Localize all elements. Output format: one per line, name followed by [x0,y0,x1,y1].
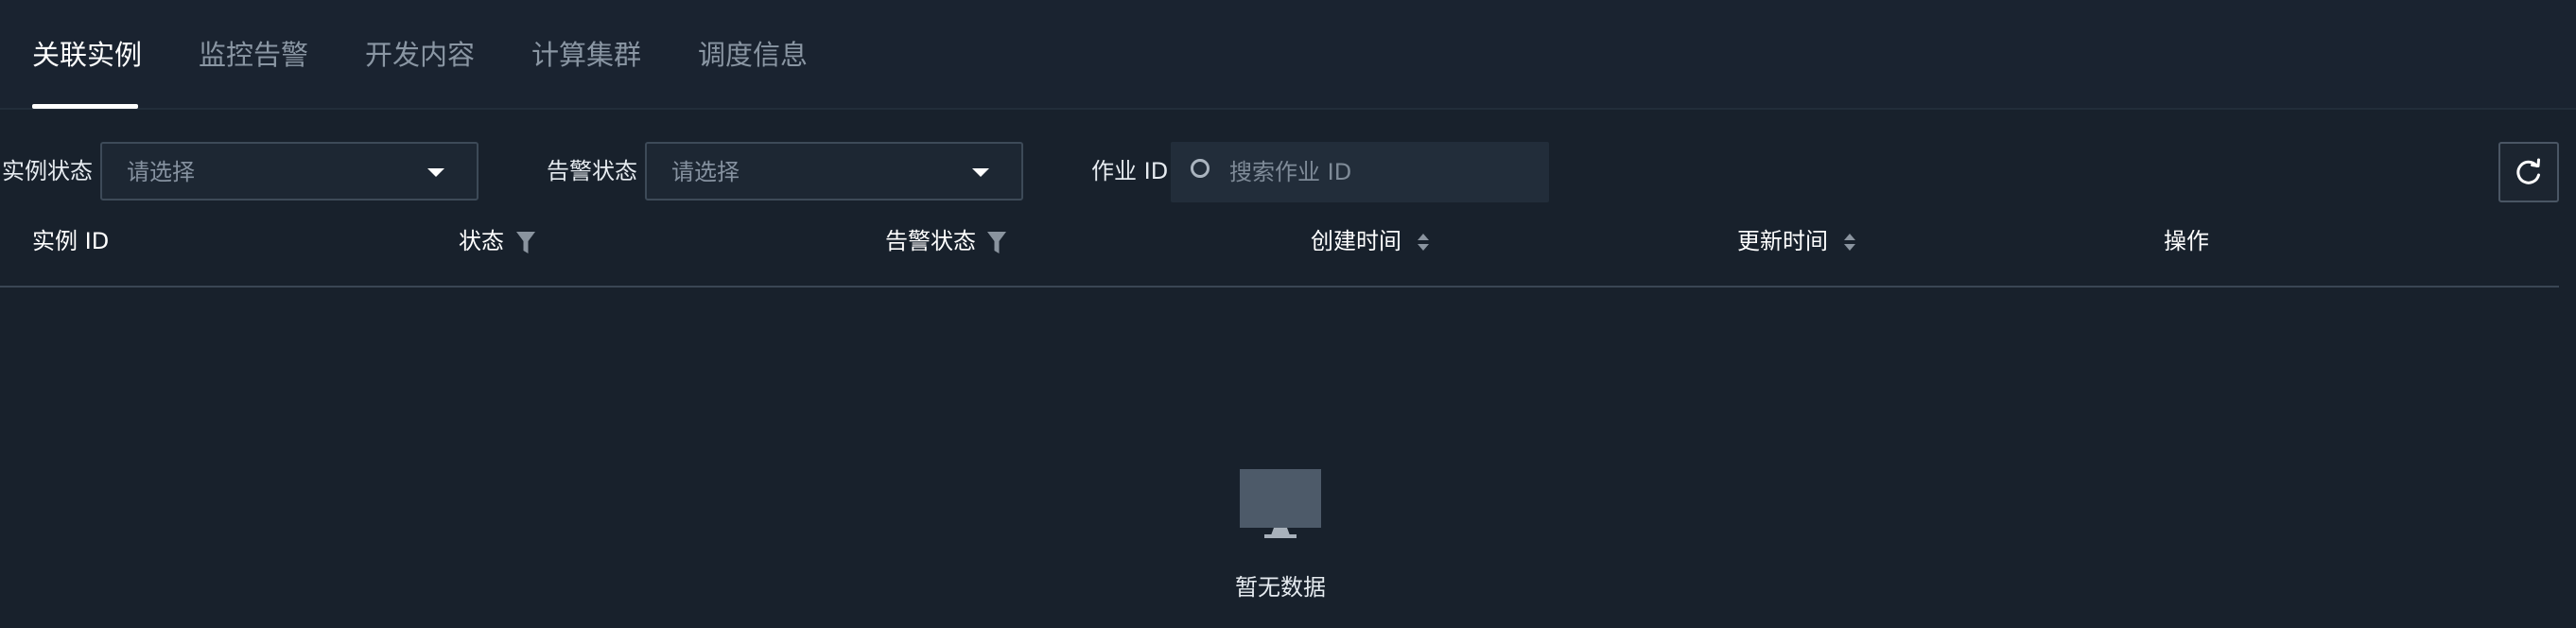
refresh-button[interactable] [2498,142,2559,202]
filter-icon[interactable] [986,231,1007,255]
column-header-actions: 操作 [2164,228,2209,254]
table-header-divider [0,286,2559,288]
empty-state-text: 暂无数据 [1235,574,1326,601]
tab-development-content[interactable]: 开发内容 [365,38,475,72]
sort-icon[interactable] [1842,232,1857,253]
search-icon [1191,159,1210,178]
caret-down-icon [972,168,989,177]
sort-icon[interactable] [1416,232,1431,253]
alert-status-placeholder: 请选择 [671,159,740,185]
column-header-status: 状态 [459,228,504,254]
refresh-icon [2516,158,2540,184]
instance-status-placeholder: 请选择 [127,159,195,185]
caret-down-icon [427,168,444,177]
column-header-updated-time: 更新时间 [1737,228,1828,254]
instance-status-label: 实例状态 [2,158,93,184]
column-header-created-time: 创建时间 [1311,228,1401,254]
monitor-icon [1240,469,1321,538]
instance-status-select[interactable]: 请选择 [100,142,479,201]
tab-monitoring-alerts[interactable]: 监控告警 [199,38,308,72]
job-id-search-input[interactable] [1227,155,1534,189]
alert-status-label: 告警状态 [547,158,637,184]
job-id-search-box [1171,142,1549,202]
job-id-label: 作业 ID [1091,158,1169,184]
tab-scheduling-info[interactable]: 调度信息 [698,38,808,72]
page: 关联实例 监控告警 开发内容 计算集群 调度信息 实例状态 请选择 告警状态 请… [0,0,2576,628]
column-header-instance-id: 实例 ID [32,228,110,254]
filter-icon[interactable] [515,231,536,255]
active-tab-indicator [32,104,138,109]
tab-bar: 关联实例 监控告警 开发内容 计算集群 调度信息 [0,0,2576,110]
column-header-alert-status: 告警状态 [885,228,976,254]
alert-status-select[interactable]: 请选择 [645,142,1023,201]
tab-compute-cluster[interactable]: 计算集群 [531,38,641,72]
tab-related-instances[interactable]: 关联实例 [32,38,142,72]
